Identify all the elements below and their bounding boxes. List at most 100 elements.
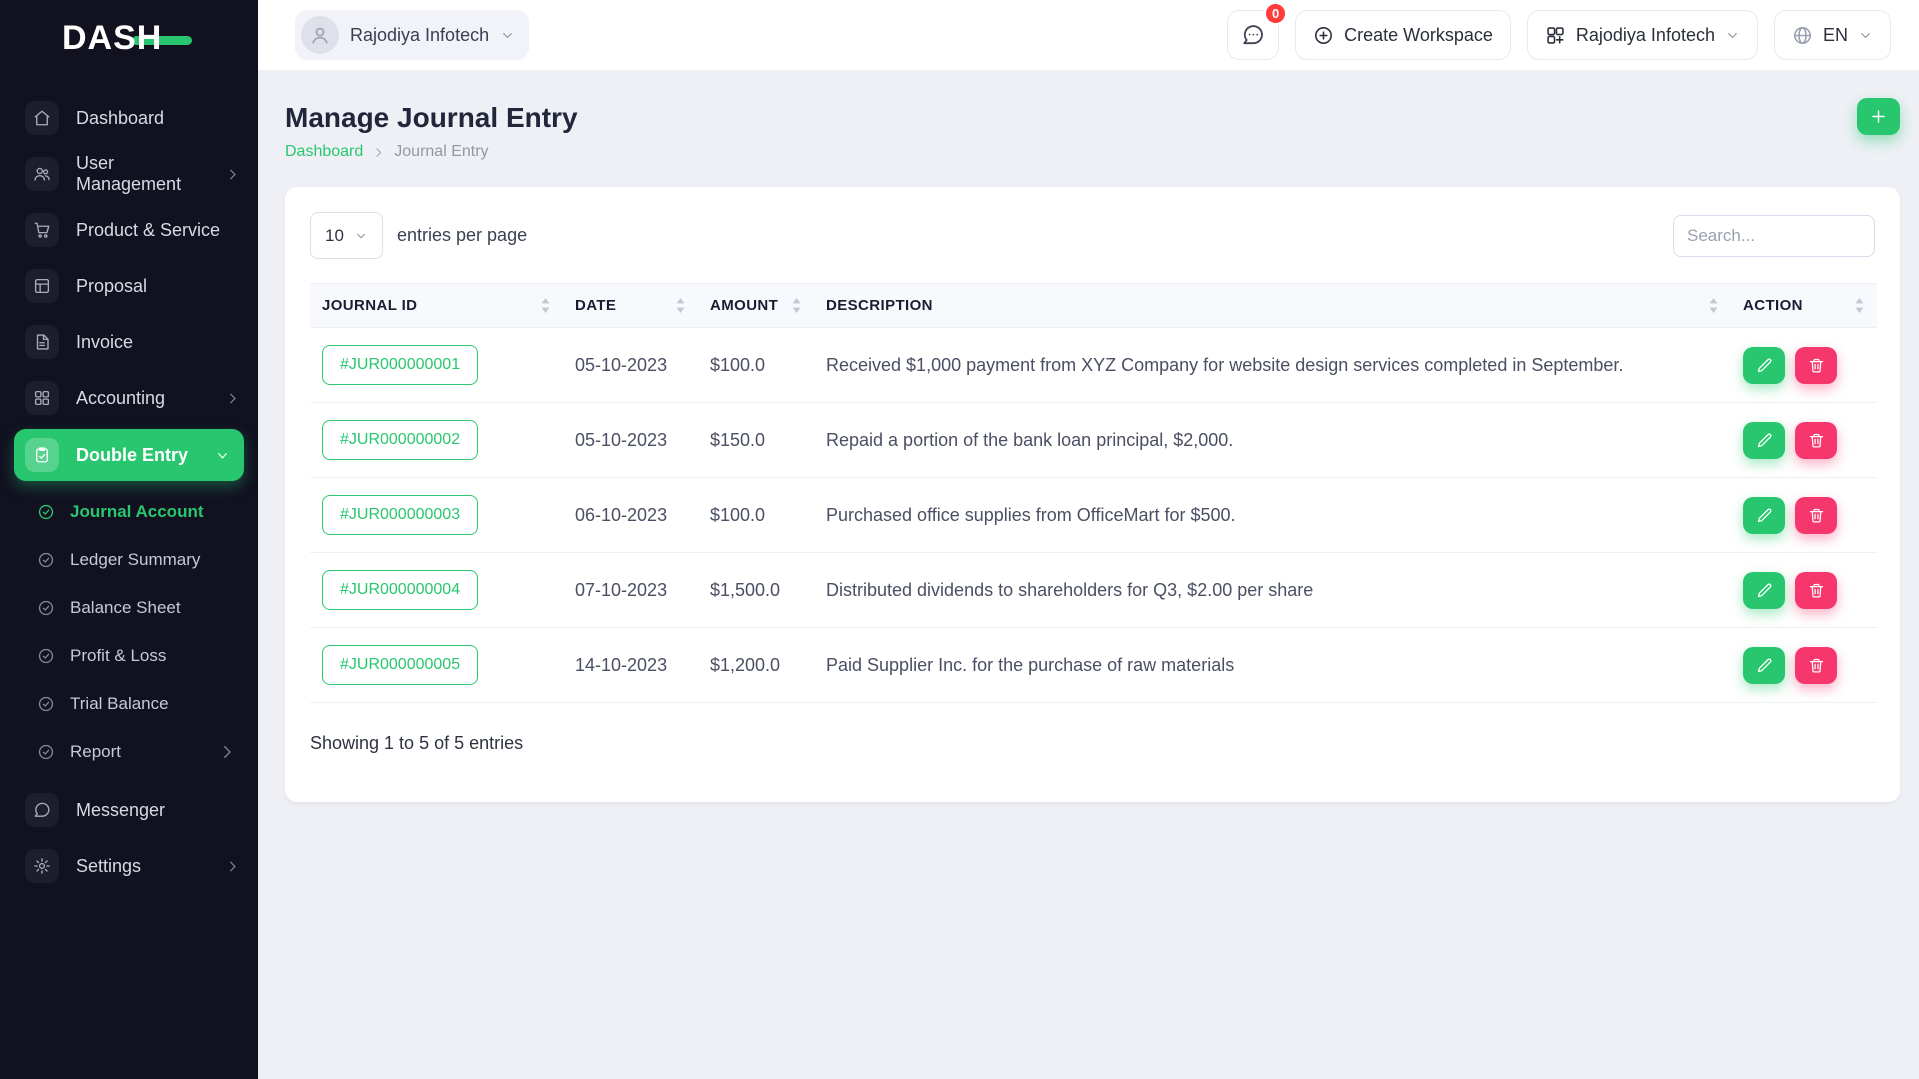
sidebar-subitem-label: Ledger Summary: [70, 550, 201, 569]
amount-cell: $100.0: [698, 327, 814, 403]
trash-icon: [1809, 658, 1823, 673]
description-cell: Purchased office supplies from OfficeMar…: [814, 477, 1731, 553]
edit-button[interactable]: [1743, 421, 1785, 459]
sidebar-item-product-service[interactable]: Product & Service: [0, 202, 258, 258]
sidebar-subitem-ledger-summary[interactable]: Ledger Summary: [0, 536, 258, 584]
app-logo[interactable]: DASH: [0, 0, 258, 76]
pencil-icon: [1757, 658, 1771, 672]
circle-check-icon: [38, 552, 54, 568]
delete-button[interactable]: [1795, 496, 1837, 534]
sort-icon: [675, 297, 686, 314]
pencil-icon: [1757, 508, 1771, 522]
journal-id-badge: #JUR000000004: [322, 570, 479, 610]
sidebar-nav: Dashboard User Management Product & Serv…: [0, 76, 258, 894]
sidebar-item-label: Product & Service: [76, 219, 221, 240]
column-header-action[interactable]: ACTION: [1731, 283, 1877, 328]
edit-button[interactable]: [1743, 646, 1785, 684]
amount-cell: $150.0: [698, 402, 814, 478]
sidebar-item-messenger[interactable]: Messenger: [0, 782, 258, 838]
messages-button[interactable]: 0: [1227, 2, 1288, 60]
description-cell: Paid Supplier Inc. for the purchase of r…: [814, 627, 1731, 703]
sort-icon: [540, 297, 551, 314]
language-selector[interactable]: EN: [1773, 10, 1891, 60]
sidebar-subitem-profit-loss[interactable]: Profit & Loss: [0, 632, 258, 680]
date-cell: 06-10-2023: [563, 477, 698, 553]
edit-button[interactable]: [1743, 496, 1785, 534]
create-workspace-button[interactable]: Create Workspace: [1295, 10, 1511, 60]
pencil-icon: [1757, 433, 1771, 447]
sidebar-subitem-label: Report: [70, 742, 122, 761]
sidebar: DASH Dashboard User Management Product &…: [0, 0, 258, 1079]
entries-per-page-value: 10: [325, 225, 344, 245]
plus-circle-icon: [1315, 26, 1333, 44]
double-entry-submenu: Journal Account Ledger Summary Balance S…: [0, 484, 258, 782]
chat-icon: [1243, 25, 1264, 45]
edit-button[interactable]: [1743, 346, 1785, 384]
language-label: EN: [1822, 24, 1848, 45]
chevron-right-icon: [225, 859, 240, 874]
sidebar-item-invoice[interactable]: Invoice: [0, 314, 258, 370]
circle-check-icon: [38, 600, 54, 616]
column-label: ACTION: [1743, 297, 1803, 314]
chevron-down-icon: [215, 448, 230, 463]
sidebar-item-double-entry[interactable]: Double Entry: [14, 429, 244, 481]
chevron-down-icon: [500, 28, 515, 43]
company-selector[interactable]: Rajodiya Infotech: [295, 10, 530, 60]
sidebar-item-dashboard[interactable]: Dashboard: [0, 90, 258, 146]
column-header-description[interactable]: DESCRIPTION: [814, 283, 1731, 328]
logo-text: DASH: [62, 18, 163, 57]
users-icon: [25, 157, 59, 191]
journal-id-cell: #JUR000000003: [310, 477, 563, 553]
table-row: #JUR000000005 14-10-2023 $1,200.0 Paid S…: [310, 627, 1877, 703]
delete-button[interactable]: [1795, 646, 1837, 684]
sidebar-item-proposal[interactable]: Proposal: [0, 258, 258, 314]
gear-icon: [25, 849, 59, 883]
chat-bubble-icon: [25, 793, 59, 827]
delete-button[interactable]: [1795, 346, 1837, 384]
sort-icon: [791, 297, 802, 314]
edit-button[interactable]: [1743, 571, 1785, 609]
sidebar-item-settings[interactable]: Settings: [0, 838, 258, 894]
circle-check-icon: [38, 744, 54, 760]
sidebar-item-label: Dashboard: [76, 107, 165, 128]
sidebar-item-user-management[interactable]: User Management: [0, 146, 258, 202]
cart-icon: [25, 213, 59, 247]
entries-per-page-label: entries per page: [397, 225, 528, 245]
top-header: Rajodiya Infotech 0 Create Workspace Raj…: [258, 0, 1919, 70]
chevron-down-icon: [1725, 28, 1740, 43]
table-footer-summary: Showing 1 to 5 of 5 entries: [310, 733, 524, 753]
workspace-selector[interactable]: Rajodiya Infotech: [1526, 10, 1758, 60]
column-header-date[interactable]: DATE: [563, 283, 698, 328]
action-cell: [1731, 477, 1877, 553]
document-icon: [25, 325, 59, 359]
column-header-amount[interactable]: AMOUNT: [698, 283, 814, 328]
add-journal-entry-button[interactable]: [1857, 98, 1900, 135]
description-cell: Repaid a portion of the bank loan princi…: [814, 402, 1731, 478]
column-header-journal-id[interactable]: JOURNAL ID: [310, 283, 563, 328]
home-icon: [25, 101, 59, 135]
entries-per-page-select[interactable]: 10: [310, 212, 383, 259]
chevron-down-icon: [1858, 28, 1873, 43]
delete-button[interactable]: [1795, 571, 1837, 609]
journal-id-cell: #JUR000000002: [310, 402, 563, 478]
column-label: JOURNAL ID: [322, 297, 418, 314]
chevron-right-icon: [225, 391, 240, 406]
workspace-name: Rajodiya Infotech: [1575, 24, 1715, 45]
sidebar-subitem-balance-sheet[interactable]: Balance Sheet: [0, 584, 258, 632]
sidebar-subitem-label: Profit & Loss: [70, 646, 167, 665]
sidebar-subitem-trial-balance[interactable]: Trial Balance: [0, 680, 258, 728]
main-area: Rajodiya Infotech 0 Create Workspace Raj…: [258, 0, 1919, 1079]
date-cell: 05-10-2023: [563, 402, 698, 478]
table-row: #JUR000000002 05-10-2023 $150.0 Repaid a…: [310, 402, 1877, 478]
search-input[interactable]: [1673, 214, 1875, 257]
sidebar-subitem-journal-account[interactable]: Journal Account: [0, 488, 258, 536]
sidebar-item-accounting[interactable]: Accounting: [0, 370, 258, 426]
action-cell: [1731, 327, 1877, 403]
journal-id-badge: #JUR000000002: [322, 420, 479, 460]
breadcrumb-dashboard-link[interactable]: Dashboard: [285, 143, 363, 161]
sidebar-subitem-report[interactable]: Report: [0, 728, 258, 776]
column-label: AMOUNT: [710, 297, 779, 314]
delete-button[interactable]: [1795, 421, 1837, 459]
layout-icon: [25, 269, 59, 303]
chevron-right-icon: [372, 146, 385, 159]
